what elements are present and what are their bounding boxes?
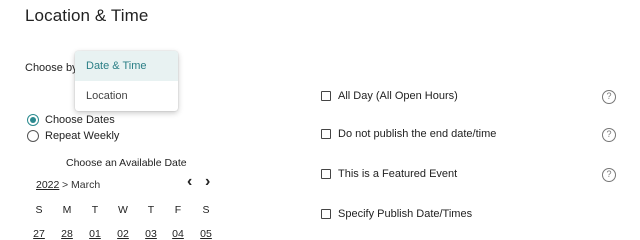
calendar-title: Choose an Available Date — [66, 157, 187, 169]
weekday-label: T — [91, 204, 99, 216]
calendar-day[interactable]: 28 — [59, 228, 75, 240]
weekday-label: M — [62, 204, 72, 216]
calendar-day[interactable]: 02 — [115, 228, 131, 240]
choose-by-label: Choose by — [25, 62, 78, 74]
radio-button[interactable] — [27, 130, 39, 142]
calendar-year-link[interactable]: 2022 — [36, 179, 59, 191]
option-label: This is a Featured Event — [338, 168, 458, 180]
calendar-day[interactable]: 04 — [170, 228, 186, 240]
option-label: All Day (All Open Hours) — [338, 90, 458, 102]
weekday-label: W — [118, 204, 128, 216]
dropdown-option-date-time[interactable]: Date & Time — [75, 51, 178, 81]
dropdown-option-location[interactable]: Location — [75, 81, 178, 111]
help-icon[interactable]: ? — [602, 128, 616, 142]
calendar-day[interactable]: 05 — [198, 228, 214, 240]
weekday-label: S — [35, 204, 43, 216]
radio-repeat-weekly[interactable]: Repeat Weekly — [27, 130, 119, 142]
option-hide-end-date[interactable]: Do not publish the end date/time — [321, 128, 496, 140]
calendar-day[interactable]: 03 — [143, 228, 159, 240]
help-icon[interactable]: ? — [602, 90, 616, 104]
location-time-panel: Location & Time Choose by Date & Time Lo… — [0, 0, 640, 240]
option-label: Do not publish the end date/time — [338, 128, 497, 140]
calendar-day[interactable]: 27 — [31, 228, 47, 240]
help-icon[interactable]: ? — [602, 168, 616, 182]
checkbox[interactable] — [321, 91, 331, 101]
chevron-left-icon[interactable]: ‹ — [187, 174, 192, 190]
weekday-label: F — [174, 204, 182, 216]
option-all-day[interactable]: All Day (All Open Hours) — [321, 90, 458, 102]
radio-label: Choose Dates — [45, 114, 115, 126]
weekday-label: T — [147, 204, 155, 216]
checkbox[interactable] — [321, 169, 331, 179]
choose-by-dropdown[interactable]: Date & Time Location — [75, 51, 178, 111]
option-label: Specify Publish Date/Times — [338, 208, 473, 220]
radio-button-checked[interactable] — [27, 114, 39, 126]
radio-choose-dates[interactable]: Choose Dates — [27, 114, 115, 126]
option-publish-dates[interactable]: Specify Publish Date/Times — [321, 208, 472, 220]
calendar-day[interactable]: 01 — [87, 228, 103, 240]
calendar-month-label: > March — [62, 179, 101, 191]
option-featured-event[interactable]: This is a Featured Event — [321, 168, 457, 180]
section-title: Location & Time — [25, 6, 149, 25]
checkbox[interactable] — [321, 209, 331, 219]
chevron-right-icon[interactable]: › — [205, 174, 210, 190]
radio-label: Repeat Weekly — [45, 130, 120, 142]
weekday-label: S — [202, 204, 210, 216]
checkbox[interactable] — [321, 129, 331, 139]
